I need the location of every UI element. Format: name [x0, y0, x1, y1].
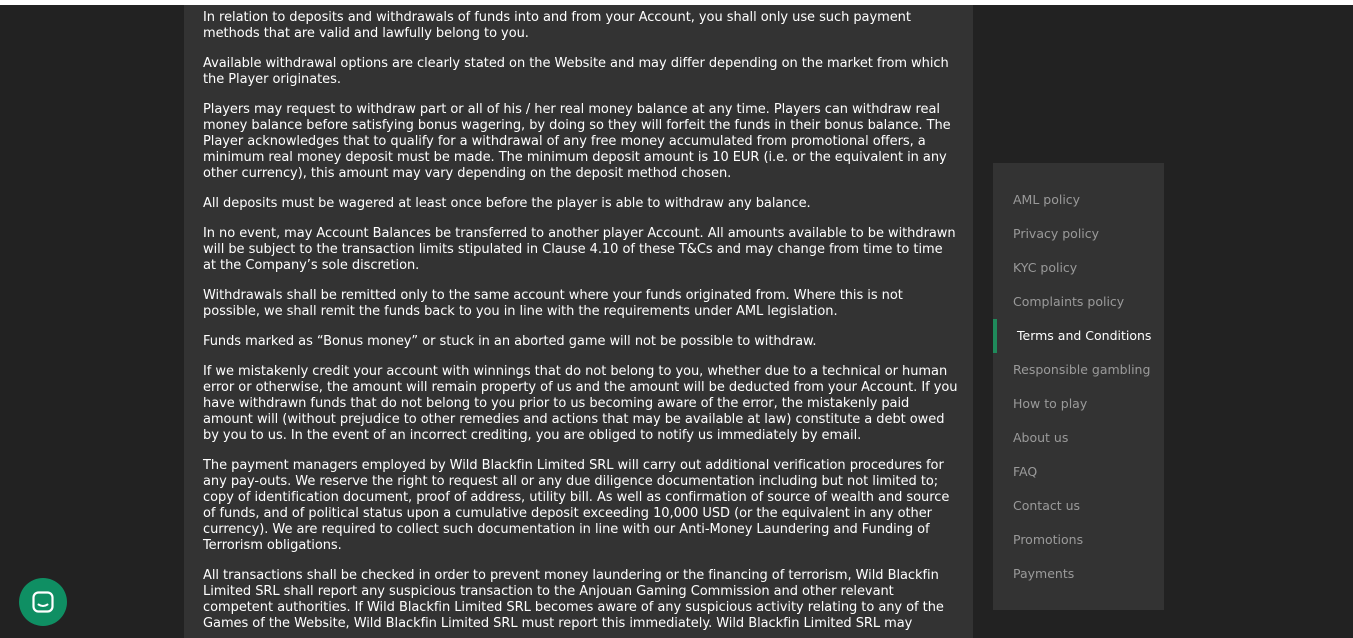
- active-indicator: [993, 319, 997, 353]
- nav-item-promotions[interactable]: Promotions: [993, 525, 1164, 555]
- terms-paragraph: In relation to deposits and withdrawals …: [203, 10, 911, 41]
- nav-item-label: FAQ: [1013, 464, 1038, 479]
- terms-content-panel[interactable]: In relation to deposits and withdrawals …: [184, 5, 973, 638]
- nav-item-label: Payments: [1013, 566, 1075, 581]
- nav-item-label: About us: [1013, 430, 1069, 445]
- chat-bubble-icon: [32, 591, 54, 613]
- nav-item-kyc-policy[interactable]: KYC policy: [993, 253, 1164, 283]
- nav-item-label: Privacy policy: [1013, 226, 1100, 241]
- info-side-nav: AML policy Privacy policy KYC policy Com…: [993, 163, 1164, 610]
- terms-paragraph: All transactions shall be checked in ord…: [203, 568, 944, 631]
- nav-item-payments[interactable]: Payments: [993, 559, 1164, 589]
- live-chat-button[interactable]: [19, 578, 67, 626]
- nav-item-label: Terms and Conditions: [1017, 328, 1152, 343]
- nav-item-terms-and-conditions[interactable]: Terms and Conditions: [993, 319, 1164, 353]
- nav-item-responsible-gambling[interactable]: Responsible gambling: [993, 355, 1164, 385]
- nav-item-label: KYC policy: [1013, 260, 1078, 275]
- terms-paragraph: If we mistakenly credit your account wit…: [203, 364, 958, 443]
- nav-item-label: Contact us: [1013, 498, 1081, 513]
- nav-item-faq[interactable]: FAQ: [993, 457, 1164, 487]
- terms-paragraph: Withdrawals shall be remitted only to th…: [203, 288, 903, 319]
- terms-paragraph: Available withdrawal options are clearly…: [203, 56, 949, 87]
- nav-item-label: How to play: [1013, 396, 1088, 411]
- nav-item-label: Promotions: [1013, 532, 1084, 547]
- terms-paragraph: Players may request to withdraw part or …: [203, 102, 951, 181]
- nav-item-about-us[interactable]: About us: [993, 423, 1164, 453]
- terms-paragraph: All deposits must be wagered at least on…: [203, 196, 811, 211]
- nav-item-label: Complaints policy: [1013, 294, 1125, 309]
- nav-item-label: Responsible gambling: [1013, 362, 1151, 377]
- terms-paragraph: Funds marked as “Bonus money” or stuck i…: [203, 334, 817, 349]
- terms-text: In relation to deposits and withdrawals …: [203, 10, 958, 638]
- nav-item-complaints-policy[interactable]: Complaints policy: [993, 287, 1164, 317]
- nav-item-contact-us[interactable]: Contact us: [993, 491, 1164, 521]
- nav-item-how-to-play[interactable]: How to play: [993, 389, 1164, 419]
- nav-item-aml-policy[interactable]: AML policy: [993, 185, 1164, 215]
- terms-paragraph: In no event, may Account Balances be tra…: [203, 226, 956, 273]
- terms-paragraph: The payment managers employed by Wild Bl…: [203, 458, 950, 553]
- nav-item-label: AML policy: [1013, 192, 1081, 207]
- nav-item-privacy-policy[interactable]: Privacy policy: [993, 219, 1164, 249]
